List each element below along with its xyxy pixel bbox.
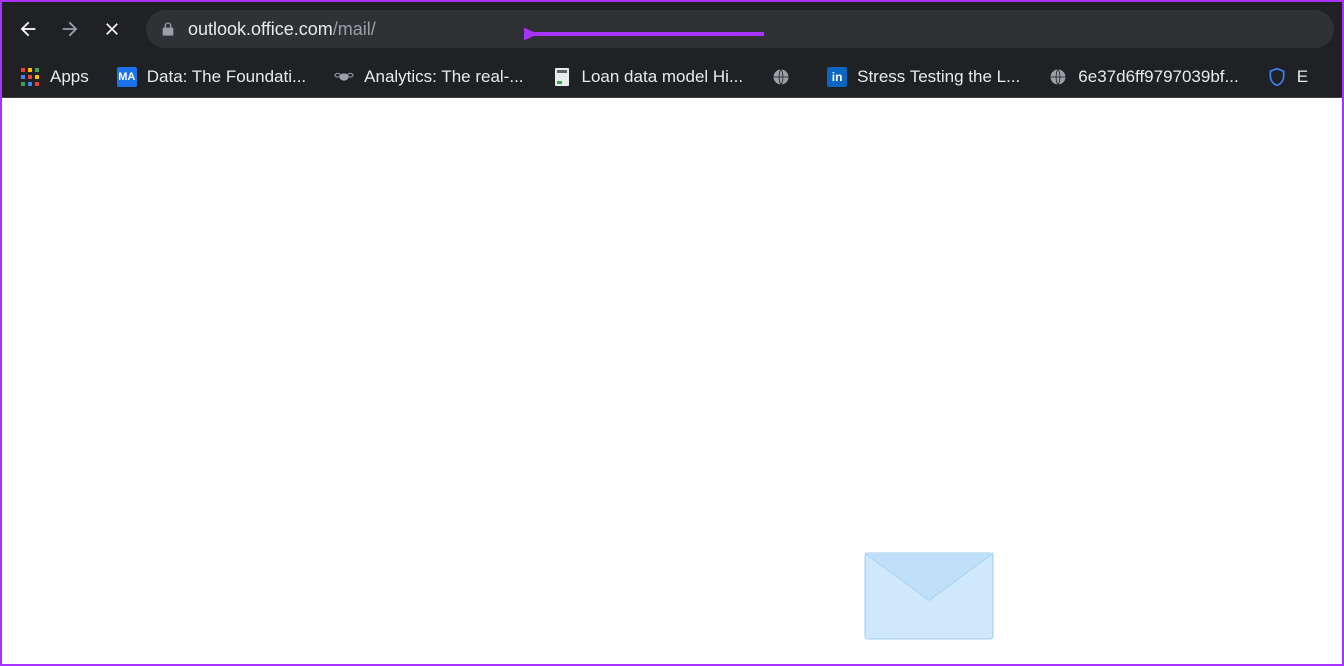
- bookmark-favicon: MA: [117, 67, 137, 87]
- bookmark-label: Stress Testing the L...: [857, 67, 1020, 87]
- bookmark-label: Analytics: The real-...: [364, 67, 523, 87]
- bookmark-label: Loan data model Hi...: [582, 67, 744, 87]
- back-button[interactable]: [10, 11, 46, 47]
- page-content: [2, 98, 1342, 664]
- globe-icon: [1048, 67, 1068, 87]
- bookmark-item[interactable]: [761, 63, 809, 91]
- lock-icon: [160, 21, 176, 37]
- address-bar[interactable]: outlook.office.com/mail/: [146, 10, 1334, 48]
- bookmark-item[interactable]: Loan data model Hi...: [542, 63, 754, 91]
- bookmark-item[interactable]: MA Data: The Foundati...: [107, 63, 316, 91]
- arrow-right-icon: [59, 18, 81, 40]
- browser-toolbar: outlook.office.com/mail/: [2, 2, 1342, 56]
- bookmark-item[interactable]: 6e37d6ff9797039bf...: [1038, 63, 1248, 91]
- close-icon: [102, 19, 122, 39]
- stop-button[interactable]: [94, 11, 130, 47]
- envelope-icon: [864, 552, 994, 640]
- bookmark-label: Data: The Foundati...: [147, 67, 306, 87]
- forward-button[interactable]: [52, 11, 88, 47]
- url-text: outlook.office.com/mail/: [188, 19, 376, 40]
- bookmarks-bar: Apps MA Data: The Foundati... Analytics:…: [2, 56, 1342, 98]
- bookmark-label: E: [1297, 67, 1308, 87]
- shield-icon: [1267, 67, 1287, 87]
- apps-grid-icon: [20, 67, 40, 87]
- bookmark-label: 6e37d6ff9797039bf...: [1078, 67, 1238, 87]
- bookmark-item[interactable]: in Stress Testing the L...: [817, 63, 1030, 91]
- globe-icon: [771, 67, 791, 87]
- apps-button[interactable]: Apps: [10, 63, 99, 91]
- document-icon: [552, 67, 572, 87]
- bookmark-item[interactable]: E: [1257, 63, 1318, 91]
- apps-label: Apps: [50, 67, 89, 87]
- arrow-left-icon: [17, 18, 39, 40]
- url-path: /mail/: [333, 19, 376, 39]
- url-domain: outlook.office.com: [188, 19, 333, 39]
- linkedin-icon: in: [827, 67, 847, 87]
- bookmark-item[interactable]: Analytics: The real-...: [324, 63, 533, 91]
- bee-icon: [334, 67, 354, 87]
